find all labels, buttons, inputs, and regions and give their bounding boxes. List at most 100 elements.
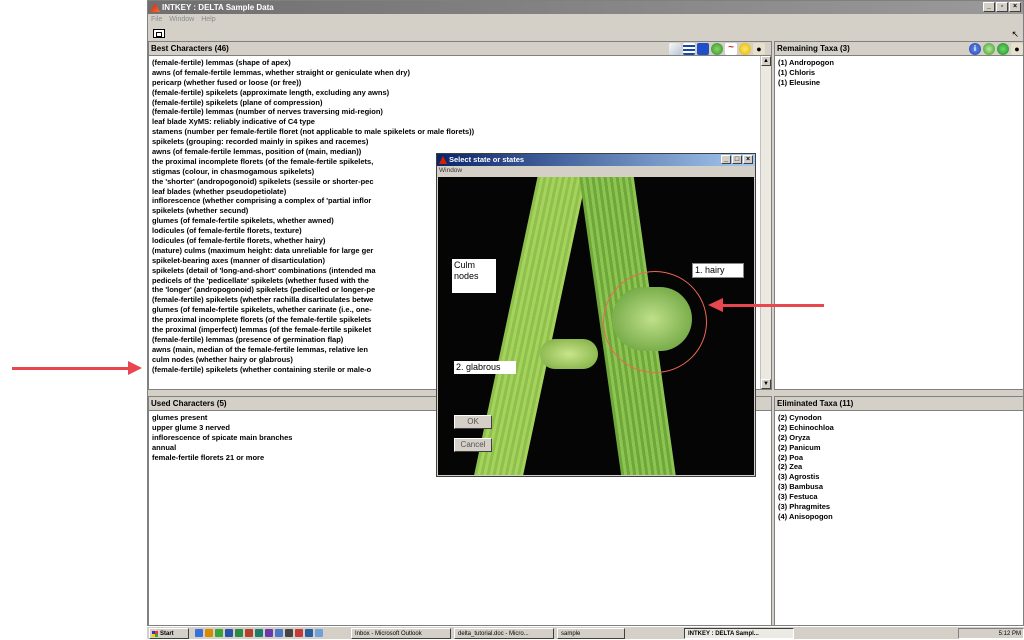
left-node xyxy=(540,339,598,369)
windows-flag-icon xyxy=(152,631,158,637)
dialog-title: Select state or states xyxy=(449,155,525,164)
eliminated-taxon-item[interactable]: (4) Anisopogon xyxy=(778,512,1021,522)
best-character-item[interactable]: (female-fertile) spikelets (plane of com… xyxy=(152,98,768,108)
leaf-icon[interactable] xyxy=(983,43,995,55)
ie-icon[interactable] xyxy=(195,629,203,637)
circle-icon[interactable] xyxy=(739,43,751,55)
undo-icon[interactable] xyxy=(669,43,681,55)
remaining-taxon-item[interactable]: (1) Chloris xyxy=(778,68,1021,78)
window-titlebar[interactable]: INTKEY : DELTA Sample Data _ ▫ × xyxy=(148,1,1023,14)
culm-nodes-label: Culm nodes xyxy=(452,259,496,293)
task-outlook[interactable]: Inbox - Microsoft Outlook xyxy=(351,628,451,639)
best-character-item[interactable]: (female-fertile) spikelets (approximate … xyxy=(152,88,768,98)
square-icon[interactable] xyxy=(697,43,709,55)
excel-icon[interactable] xyxy=(235,629,243,637)
best-characters-scrollbar[interactable]: ▲ ▼ xyxy=(760,56,771,389)
publisher-icon[interactable] xyxy=(255,629,263,637)
select-state-dialog: Select state or states _ □ × Window Culm… xyxy=(436,153,756,477)
taskbar: Start Inbox - Microsoft Outlook delta_tu… xyxy=(147,626,1024,639)
best-character-item[interactable]: leaf blade XyMS: reliably indicative of … xyxy=(152,117,768,127)
menu-help[interactable]: Help xyxy=(201,14,215,26)
start-button[interactable]: Start xyxy=(149,628,189,639)
best-character-item[interactable]: spikelets (grouping: recorded mainly in … xyxy=(152,137,768,147)
pointer-icon[interactable]: ↖ xyxy=(1011,29,1019,40)
tray-clock: 5:12 PM xyxy=(998,631,1021,637)
eliminated-taxon-item[interactable]: (2) Panicum xyxy=(778,443,1021,453)
remaining-taxa-list[interactable]: (1) Andropogon (1) Chloris (1) Eleusine xyxy=(775,56,1023,389)
eliminated-taxon-item[interactable]: (3) Bambusa xyxy=(778,482,1021,492)
minimize-button[interactable]: _ xyxy=(983,2,995,12)
state-hairy-option[interactable]: 1. hairy xyxy=(692,263,744,278)
folder-icon[interactable] xyxy=(285,629,293,637)
eliminated-taxon-item[interactable]: (2) Poa xyxy=(778,453,1021,463)
dialog-titlebar[interactable]: Select state or states _ □ × xyxy=(437,154,755,166)
eliminated-taxon-item[interactable]: (3) Phragmites xyxy=(778,502,1021,512)
best-character-item[interactable]: pericarp (whether fused or loose (or fre… xyxy=(152,78,768,88)
dialog-maximize-button[interactable]: □ xyxy=(732,155,742,164)
cancel-button[interactable]: Cancel xyxy=(454,438,492,452)
restore-button[interactable]: ▫ xyxy=(996,2,1008,12)
left-stem xyxy=(465,177,591,475)
menu-window[interactable]: Window xyxy=(169,14,194,26)
info-icon[interactable]: i xyxy=(969,43,981,55)
eliminated-taxon-item[interactable]: (2) Echinochloa xyxy=(778,423,1021,433)
menu-file[interactable]: File xyxy=(151,14,162,26)
leaf-icon[interactable] xyxy=(711,43,723,55)
dialog-menu-window[interactable]: Window xyxy=(439,167,462,174)
network-icon[interactable] xyxy=(305,629,313,637)
intkey-logo-icon xyxy=(150,3,160,12)
dialog-close-button[interactable]: × xyxy=(743,155,753,164)
outlook-icon[interactable] xyxy=(275,629,283,637)
eliminated-taxon-item[interactable]: (3) Festuca xyxy=(778,492,1021,502)
best-character-item[interactable]: awns (of female-fertile lemmas, whether … xyxy=(152,68,768,78)
eliminated-taxon-item[interactable]: (2) Cynodon xyxy=(778,413,1021,423)
character-toolbar: ~ ● xyxy=(669,43,765,55)
best-character-item[interactable]: (female-fertile) lemmas (number of nerve… xyxy=(152,107,768,117)
media-icon[interactable] xyxy=(295,629,303,637)
app-icon[interactable] xyxy=(215,629,223,637)
list-icon[interactable] xyxy=(683,43,695,55)
taxa-toolbar: i ● xyxy=(969,43,1023,55)
remaining-taxa-pane: Remaining Taxa (3) i ● (1) Andropogon (1)… xyxy=(774,41,1023,390)
binoculars-icon[interactable]: ● xyxy=(753,43,765,55)
word-icon[interactable] xyxy=(225,629,233,637)
toolbar: ↖ xyxy=(148,26,1023,41)
task-buttons: Inbox - Microsoft Outlook delta_tutorial… xyxy=(351,628,794,639)
remaining-taxon-item[interactable]: (1) Eleusine xyxy=(778,78,1021,88)
quick-launch xyxy=(195,629,323,637)
firefox-icon[interactable] xyxy=(205,629,213,637)
restart-icon[interactable] xyxy=(153,29,165,38)
scroll-down-button[interactable]: ▼ xyxy=(761,379,771,389)
access-icon[interactable] xyxy=(265,629,273,637)
arrow-head-right xyxy=(708,298,723,312)
arrow-head-left xyxy=(128,361,142,375)
desktop-icon[interactable] xyxy=(315,629,323,637)
remaining-taxon-item[interactable]: (1) Andropogon xyxy=(778,58,1021,68)
dialog-logo-icon xyxy=(439,156,447,164)
state-glabrous-option[interactable]: 2. glabrous xyxy=(454,361,516,374)
eliminated-taxa-list[interactable]: (2) Cynodon (2) Echinochloa (2) Oryza (2) P… xyxy=(775,411,1023,625)
menubar: File Window Help xyxy=(148,14,1023,26)
best-character-item[interactable]: (female-fertile) lemmas (shape of apex) xyxy=(152,58,768,68)
eliminated-taxa-header: Eliminated Taxa (11) xyxy=(775,397,1023,411)
binoculars-icon[interactable]: ● xyxy=(1011,43,1023,55)
tilde-icon[interactable]: ~ xyxy=(725,43,737,55)
eliminated-taxa-pane: Eliminated Taxa (11) (2) Cynodon (2) Echi… xyxy=(774,396,1023,625)
task-intkey[interactable]: INTKEY : DELTA Sampl... xyxy=(684,628,794,639)
eliminated-taxon-item[interactable]: (2) Zea xyxy=(778,462,1021,472)
task-sample[interactable]: sample xyxy=(557,628,625,639)
powerpoint-icon[interactable] xyxy=(245,629,253,637)
best-character-item[interactable]: stamens (number per female-fertile flore… xyxy=(152,127,768,137)
culm-nodes-image: Culm nodes 1. hairy 2. glabrous OK Cance… xyxy=(438,177,754,475)
eliminated-taxon-item[interactable]: (2) Oryza xyxy=(778,433,1021,443)
eliminated-taxon-item[interactable]: (3) Agrostis xyxy=(778,472,1021,482)
ok-button[interactable]: OK xyxy=(454,415,492,429)
window-title: INTKEY : DELTA Sample Data xyxy=(162,3,274,12)
scroll-up-button[interactable]: ▲ xyxy=(761,56,771,66)
arrow-hairy-node xyxy=(722,304,824,307)
task-word[interactable]: delta_tutorial.doc - Micro... xyxy=(454,628,554,639)
circle-icon[interactable] xyxy=(997,43,1009,55)
close-button[interactable]: × xyxy=(1009,2,1021,12)
highlight-circle xyxy=(603,271,707,373)
dialog-minimize-button[interactable]: _ xyxy=(721,155,731,164)
